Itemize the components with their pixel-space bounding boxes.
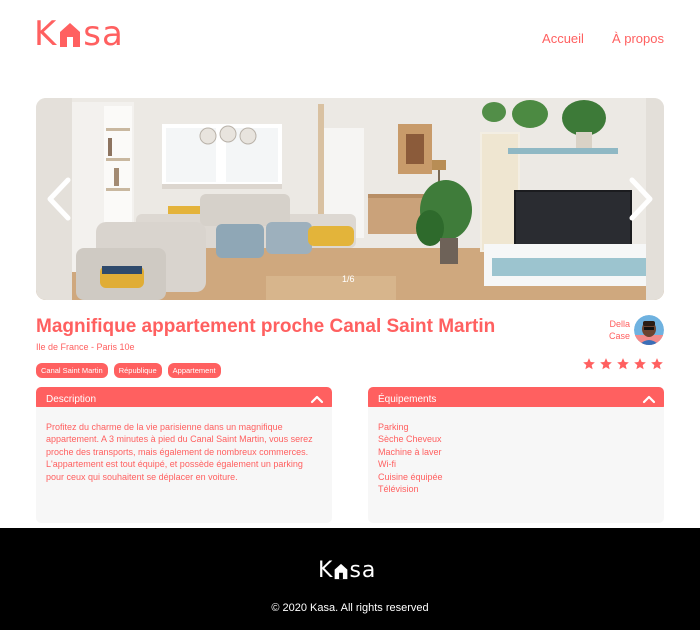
star-icon <box>583 358 595 370</box>
host-first-name: Della <box>609 319 630 329</box>
header: K sa Accueil À propos <box>0 0 700 80</box>
star-icon <box>617 358 629 370</box>
star-icon <box>634 358 646 370</box>
logo-letter-k: K <box>34 14 58 54</box>
equipment-item: Télévision <box>378 484 419 495</box>
description-body: Profitez du charme de la vie parisienne … <box>36 407 332 523</box>
footer-logo: K sa <box>318 558 376 584</box>
equipment-item: Sèche Cheveux <box>378 434 442 445</box>
main-nav: Accueil À propos <box>542 31 664 46</box>
equipments-collapse: Équipements Parking Sèche Cheveux Machin… <box>368 387 664 523</box>
chevron-up-icon[interactable] <box>310 394 324 404</box>
equipments-body: Parking Sèche Cheveux Machine à laver Wi… <box>368 407 664 523</box>
host: Della Case <box>609 315 664 345</box>
gallery-carousel: 1/6 <box>36 98 664 300</box>
equipments-title: Équipements <box>378 393 437 405</box>
chevron-up-icon[interactable] <box>642 394 656 404</box>
logo[interactable]: K sa <box>34 14 124 54</box>
logo-letters-sa: sa <box>83 14 124 54</box>
tag-list: Canal Saint Martin République Appartemen… <box>36 363 221 378</box>
equipment-item: Parking <box>378 422 409 432</box>
listing-title: Magnifique appartement proche Canal Sain… <box>36 316 496 337</box>
tag: Appartement <box>167 363 221 378</box>
description-collapse: Description Profitez du charme de la vie… <box>36 387 332 523</box>
star-icon <box>600 358 612 370</box>
copyright: © 2020 Kasa. All rights reserved <box>271 602 429 614</box>
house-icon <box>335 563 348 580</box>
tag: République <box>113 363 162 378</box>
equipment-item: Cuisine équipée <box>378 471 443 482</box>
description-text: Profitez du charme de la vie parisienne … <box>46 422 313 482</box>
footer: K sa © 2020 Kasa. All rights reserved <box>0 528 700 630</box>
description-title: Description <box>46 393 97 405</box>
nav-link-a-propos[interactable]: À propos <box>612 31 664 46</box>
rating <box>582 357 664 371</box>
gallery-photo <box>36 98 664 300</box>
gallery-prev-button[interactable] <box>44 176 74 222</box>
equipment-item: Machine à laver <box>378 446 442 457</box>
house-icon <box>60 23 81 47</box>
host-name: Della Case <box>609 318 630 342</box>
nav-link-accueil[interactable]: Accueil <box>542 31 584 46</box>
listing-location: Ile de France - Paris 10e <box>36 342 135 352</box>
logo-letters-sa: sa <box>349 558 377 583</box>
gallery-counter: 1/6 <box>342 274 355 284</box>
host-avatar <box>634 315 664 345</box>
star-icon <box>651 358 663 370</box>
gallery-next-button[interactable] <box>626 176 656 222</box>
host-last-name: Case <box>608 331 630 341</box>
logo-letter-k: K <box>318 558 334 583</box>
tag: Canal Saint Martin <box>36 363 108 378</box>
equipment-item: Wi-fi <box>378 459 396 470</box>
